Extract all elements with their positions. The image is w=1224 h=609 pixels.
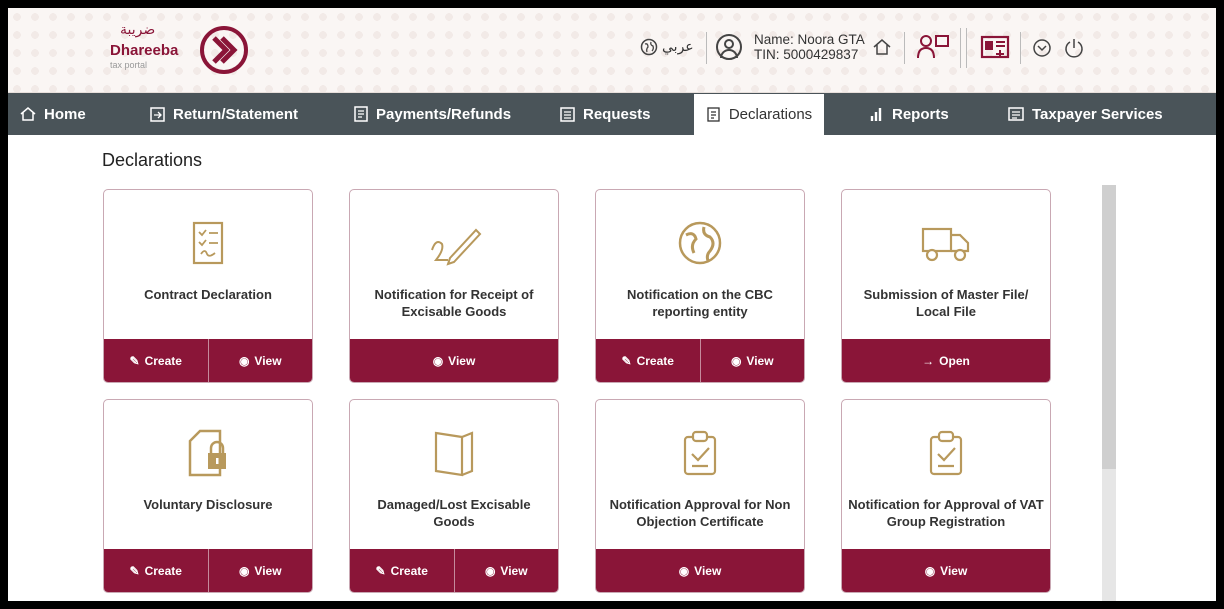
clipboard-check-icon bbox=[929, 430, 963, 476]
logo-subtitle: tax portal bbox=[110, 60, 148, 70]
scrollbar-thumb[interactable] bbox=[1102, 185, 1116, 469]
eye-icon: ◉ bbox=[432, 353, 444, 368]
transfer-account-icon[interactable] bbox=[916, 32, 950, 62]
language-switch[interactable]: عربي bbox=[640, 38, 694, 56]
logo-chevron-mark bbox=[200, 26, 248, 74]
home-icon bbox=[20, 107, 36, 121]
logo-name: Dhareeba bbox=[110, 42, 179, 59]
nav-return-statement[interactable]: Return/Statement bbox=[150, 93, 298, 135]
app-window: ضريبة Dhareeba tax portal عربي Name: Noo… bbox=[8, 8, 1216, 601]
nav-home[interactable]: Home bbox=[20, 93, 86, 135]
divider bbox=[904, 32, 905, 64]
scrollbar[interactable] bbox=[1102, 185, 1116, 601]
eye-icon: ◉ bbox=[238, 563, 250, 578]
nav-requests[interactable]: Requests bbox=[560, 93, 651, 135]
card-title: Notification on the CBC reporting entity bbox=[627, 287, 773, 319]
reports-icon bbox=[870, 108, 882, 121]
view-button[interactable]: ◉ View bbox=[207, 549, 313, 592]
card-title: Notification Approval for Non Objection … bbox=[609, 497, 791, 529]
nav-label: Taxpayer Services bbox=[1032, 105, 1163, 123]
nav-label: Requests bbox=[583, 105, 651, 123]
divider bbox=[966, 28, 967, 68]
card-title: Contract Declaration bbox=[144, 287, 272, 302]
eye-icon: ◉ bbox=[678, 563, 690, 578]
divider bbox=[706, 32, 707, 64]
user-icon bbox=[716, 34, 742, 60]
page-title: Declarations bbox=[102, 150, 203, 170]
pencil-icon: ✎ bbox=[375, 563, 386, 578]
card-submission-master-file: Submission of Master File/ Local File → O… bbox=[841, 189, 1051, 383]
eye-icon: ◉ bbox=[730, 353, 742, 368]
globe-icon bbox=[678, 221, 722, 265]
contract-checklist-icon bbox=[192, 221, 224, 265]
eye-icon: ◉ bbox=[238, 353, 250, 368]
taxpayer-services-icon bbox=[1008, 107, 1024, 121]
card-notification-cbc-reporting-entity: Notification on the CBC reporting entity… bbox=[595, 189, 805, 383]
view-button[interactable]: ◉ View bbox=[453, 549, 559, 592]
payments-icon bbox=[354, 106, 368, 122]
pencil-icon: ✎ bbox=[621, 353, 632, 368]
card-title: Notification for Receipt of Excisable Go… bbox=[374, 287, 534, 319]
dhareeba-logo[interactable]: ضريبة Dhareeba tax portal bbox=[104, 22, 264, 78]
card-contract-declaration: Contract Declaration ✎ Create ◉ View bbox=[103, 189, 313, 383]
clipboard-check-icon bbox=[683, 430, 717, 476]
card-title: Damaged/Lost Excisable Goods bbox=[377, 497, 531, 529]
card-notification-approval-noc: Notification Approval for Non Objection … bbox=[595, 399, 805, 593]
create-button[interactable]: ✎ Create bbox=[104, 549, 208, 592]
nav-taxpayer-services[interactable]: Taxpayer Services bbox=[1008, 93, 1163, 135]
header: ضريبة Dhareeba tax portal عربي Name: Noo… bbox=[8, 8, 1216, 93]
add-profile-card-icon[interactable] bbox=[980, 34, 1010, 62]
book-icon bbox=[434, 431, 474, 477]
card-title: Notification for Approval of VAT Group R… bbox=[848, 497, 1044, 529]
divider bbox=[960, 28, 961, 68]
view-button[interactable]: ◉ View bbox=[596, 549, 804, 592]
pencil-icon: ✎ bbox=[129, 353, 140, 368]
view-button[interactable]: ◉ View bbox=[207, 339, 313, 382]
view-button[interactable]: ◉ View bbox=[350, 339, 558, 382]
divider bbox=[1020, 32, 1021, 64]
nav-declarations[interactable]: Declarations bbox=[694, 94, 824, 135]
arrow-right-icon: → bbox=[922, 353, 935, 368]
create-button[interactable]: ✎ Create bbox=[596, 339, 700, 382]
eye-icon: ◉ bbox=[924, 563, 936, 578]
power-icon[interactable] bbox=[1064, 37, 1084, 59]
logo-arabic-text: ضريبة bbox=[120, 22, 156, 38]
user-tin: TIN: 5000429837 bbox=[754, 47, 859, 62]
return-icon bbox=[150, 106, 165, 122]
view-button[interactable]: ◉ View bbox=[842, 549, 1050, 592]
language-label: عربي bbox=[662, 39, 694, 55]
user-name: Name: Noora GTA bbox=[754, 32, 865, 47]
nav-label: Declarations bbox=[728, 106, 813, 123]
nav-label: Payments/Refunds bbox=[376, 105, 512, 123]
main-nav: Home Return/Statement Payments/Refunds R… bbox=[8, 93, 1216, 135]
card-notification-receipt-excisable-goods: Notification for Receipt of Excisable Go… bbox=[349, 189, 559, 383]
card-title: Submission of Master File/ Local File bbox=[863, 287, 1029, 319]
requests-icon bbox=[560, 106, 575, 122]
pencil-icon: ✎ bbox=[129, 563, 140, 578]
nav-payments-refunds[interactable]: Payments/Refunds bbox=[354, 93, 511, 135]
home-icon[interactable] bbox=[872, 38, 892, 56]
nav-label: Home bbox=[44, 105, 86, 123]
nav-label: Reports bbox=[892, 105, 949, 123]
card-notification-approval-vat-group: Notification for Approval of VAT Group R… bbox=[841, 399, 1051, 593]
nav-reports[interactable]: Reports bbox=[870, 93, 949, 135]
user-info: Name: Noora GTA TIN: 5000429837 bbox=[754, 32, 865, 62]
view-button[interactable]: ◉ View bbox=[699, 339, 805, 382]
card-voluntary-disclosure: Voluntary Disclosure ✎ Create ◉ View bbox=[103, 399, 313, 593]
open-button[interactable]: → Open bbox=[842, 339, 1050, 382]
declarations-icon bbox=[707, 107, 720, 122]
signature-pen-icon bbox=[431, 228, 482, 266]
globe-icon bbox=[640, 38, 658, 56]
card-damaged-lost-excisable-goods: Damaged/Lost Excisable Goods ✎ Create ◉ Vi… bbox=[349, 399, 559, 593]
eye-icon: ◉ bbox=[484, 563, 496, 578]
chevron-down-circle-icon[interactable] bbox=[1032, 38, 1052, 58]
card-title: Voluntary Disclosure bbox=[143, 497, 273, 512]
nav-label: Return/Statement bbox=[173, 105, 299, 123]
create-button[interactable]: ✎ Create bbox=[350, 549, 454, 592]
create-button[interactable]: ✎ Create bbox=[104, 339, 208, 382]
truck-icon bbox=[921, 227, 970, 262]
locked-file-icon bbox=[188, 429, 226, 477]
